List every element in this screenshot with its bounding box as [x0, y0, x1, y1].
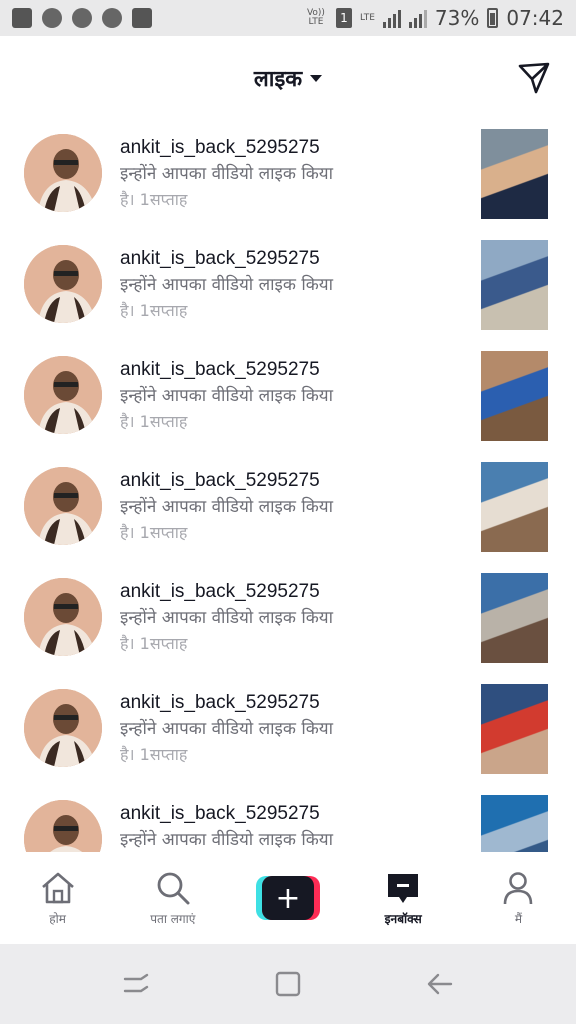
paper-plane-icon: [518, 62, 550, 94]
notification-time: है। 1सप्ताह: [120, 301, 188, 320]
chrome-icon: [102, 8, 122, 28]
nav-discover-label: पता लगाएं: [150, 911, 196, 926]
notification-message: इन्होंने आपका वीडियो लाइक किया: [120, 164, 334, 184]
video-thumbnail[interactable]: [481, 351, 548, 441]
username[interactable]: ankit_is_back_5295275: [120, 135, 450, 161]
home-button-icon[interactable]: [273, 969, 303, 999]
notification-message: इन्होंने आपका वीडियो लाइक किया: [120, 386, 334, 406]
avatar[interactable]: [24, 800, 102, 852]
direct-message-button[interactable]: [514, 58, 554, 98]
notification-row[interactable]: ankit_is_back_5295275 इन्होंने आपका वीडि…: [0, 120, 576, 231]
notification-row[interactable]: ankit_is_back_5295275 इन्होंने आपका वीडि…: [0, 342, 576, 453]
avatar[interactable]: [24, 689, 102, 767]
nav-me-label: मैं: [514, 911, 522, 926]
video-thumbnail[interactable]: [481, 573, 548, 663]
notification-time: है। 1सप्ताह: [120, 523, 188, 542]
username[interactable]: ankit_is_back_5295275: [120, 579, 450, 605]
video-thumbnail[interactable]: [481, 795, 548, 852]
battery-icon: [487, 8, 499, 28]
plus-icon: +: [275, 880, 301, 916]
inbox-icon: [388, 873, 419, 903]
notification-message: इन्होंने आपका वीडियो लाइक किया: [120, 608, 334, 628]
video-thumbnail[interactable]: [481, 240, 548, 330]
gallery-icon: [132, 8, 152, 28]
create-video-button[interactable]: +: [256, 876, 320, 920]
chrome-icon: [72, 8, 92, 28]
page-title: लाइक: [253, 67, 303, 92]
video-thumbnail[interactable]: [481, 462, 548, 552]
notification-time: है। 1सप्ताह: [120, 412, 188, 431]
nav-inbox[interactable]: इनबॉक्स: [346, 852, 461, 944]
home-icon: [41, 872, 74, 903]
recent-apps-icon[interactable]: [121, 969, 151, 999]
username[interactable]: ankit_is_back_5295275: [120, 690, 450, 716]
notification-message: इन्होंने आपका वीडियो लाइक किया: [120, 830, 334, 850]
username[interactable]: ankit_is_back_5295275: [120, 357, 450, 383]
notification-list: ankit_is_back_5295275 इन्होंने आपका वीडि…: [0, 120, 576, 852]
nav-discover[interactable]: पता लगाएं: [115, 852, 230, 944]
bottom-nav: होम पता लगाएं + इनबॉक्स मैं: [0, 852, 576, 944]
system-nav-bar: [0, 944, 576, 1024]
signal-icon: [408, 8, 427, 28]
notification-time: है। 1सप्ताह: [120, 190, 188, 209]
notification-message: इन्होंने आपका वीडियो लाइक किया: [120, 275, 334, 295]
notification-row[interactable]: ankit_is_back_5295275 इन्होंने आपका वीडि…: [0, 453, 576, 564]
app-notification-icon: [12, 8, 32, 28]
volte-label: Vo)) LTE: [306, 8, 325, 27]
notification-message: इन्होंने आपका वीडियो लाइक किया: [120, 719, 334, 739]
nav-inbox-label: इनबॉक्स: [384, 911, 422, 926]
notification-message: इन्होंने आपका वीडियो लाइक किया: [120, 497, 334, 517]
header: लाइक: [0, 36, 576, 120]
notification-row[interactable]: ankit_is_back_5295275 इन्होंने आपका वीडि…: [0, 675, 576, 786]
avatar[interactable]: [24, 467, 102, 545]
clock: 07:42: [506, 6, 564, 30]
nav-home-label: होम: [49, 911, 66, 926]
username[interactable]: ankit_is_back_5295275: [120, 468, 450, 494]
nav-create[interactable]: +: [230, 852, 345, 944]
username[interactable]: ankit_is_back_5295275: [120, 246, 450, 272]
lte-label: LTE: [359, 12, 375, 23]
battery-percent: 73%: [434, 6, 480, 30]
notification-row[interactable]: ankit_is_back_5295275 इन्होंने आपका वीडि…: [0, 786, 576, 852]
activity-filter-dropdown[interactable]: लाइक: [253, 63, 323, 93]
profile-icon: [504, 871, 533, 904]
notification-row[interactable]: ankit_is_back_5295275 इन्होंने आपका वीडि…: [0, 564, 576, 675]
chrome-icon: [42, 8, 62, 28]
search-icon: [157, 872, 190, 904]
back-icon[interactable]: [425, 969, 455, 999]
status-bar: Vo)) LTE 1 LTE 73% 07:42: [0, 0, 576, 36]
nav-home[interactable]: होम: [0, 852, 115, 944]
notification-icons: [12, 8, 152, 28]
video-thumbnail[interactable]: [481, 684, 548, 774]
sim-icon: 1: [335, 8, 352, 28]
avatar[interactable]: [24, 245, 102, 323]
notification-row[interactable]: ankit_is_back_5295275 इन्होंने आपका वीडि…: [0, 231, 576, 342]
video-thumbnail[interactable]: [481, 129, 548, 219]
notification-time: है। 1सप्ताह: [120, 745, 188, 764]
caret-down-icon: [310, 74, 323, 82]
notification-time: है। 1सप्ताह: [120, 634, 188, 653]
avatar[interactable]: [24, 134, 102, 212]
nav-me[interactable]: मैं: [461, 852, 576, 944]
avatar[interactable]: [24, 356, 102, 434]
username[interactable]: ankit_is_back_5295275: [120, 801, 450, 827]
signal-icon: [382, 8, 401, 28]
avatar[interactable]: [24, 578, 102, 656]
